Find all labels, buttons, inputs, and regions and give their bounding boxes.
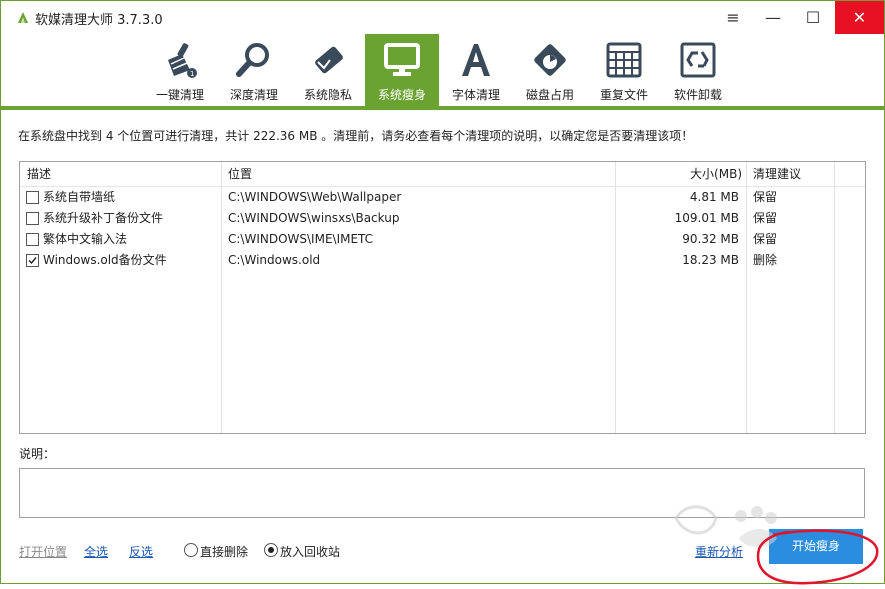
- scan-summary-text: 在系统盘中找到 4 个位置可进行清理，共计 222.36 MB 。清理前，请务必…: [18, 129, 694, 143]
- close-button[interactable]: ✕: [835, 1, 884, 34]
- monitor-icon: [384, 43, 420, 76]
- row-size: 18.23 MB: [682, 253, 739, 267]
- row-desc: 繁体中文输入法: [43, 232, 128, 246]
- direct-delete-label[interactable]: 直接删除: [200, 543, 248, 560]
- svg-text:1: 1: [190, 70, 194, 78]
- menu-button[interactable]: ≡: [713, 1, 753, 34]
- title-bar[interactable]: 软媒清理大师 3.7.3.0 ≡ — ☐ ✕: [1, 1, 884, 34]
- font-icon: [462, 44, 490, 76]
- row-advice: 保留: [753, 211, 778, 225]
- description-label: 说明：: [19, 447, 56, 461]
- cleanup-list[interactable]: 描述 位置 大小(MB) 清理建议 系统自带墙纸 C:\WINDOWS\Web\…: [19, 161, 866, 434]
- tab-font-clean[interactable]: 字体清理: [439, 34, 513, 106]
- tab-deep-clean[interactable]: 深度清理: [217, 34, 291, 106]
- row-desc: Windows.old备份文件: [43, 253, 167, 267]
- main-toolbar: 1 一键清理 深度清理 系统隐私 系统瘦身 字体清理 磁盘占用 重复文件 软件卸…: [1, 34, 884, 110]
- minimize-button[interactable]: —: [753, 1, 793, 34]
- row-location: C:\WINDOWS\IME\IMETC: [228, 232, 374, 246]
- row-checkbox[interactable]: [26, 254, 39, 267]
- table-row[interactable]: 系统升级补丁备份文件 C:\WINDOWS\winsxs\Backup 109.…: [20, 208, 865, 229]
- tab-label: 系统隐私: [303, 88, 352, 102]
- row-location: C:\WINDOWS\Web\Wallpaper: [228, 190, 402, 204]
- row-advice: 保留: [753, 190, 778, 204]
- open-location-link[interactable]: 打开位置: [19, 543, 67, 560]
- tab-privacy[interactable]: 系统隐私: [291, 34, 365, 106]
- row-checkbox[interactable]: [26, 212, 39, 225]
- tab-label: 磁盘占用: [525, 88, 574, 102]
- annotation-circle: [756, 529, 879, 585]
- row-advice: 删除: [753, 253, 778, 267]
- recycle-icon: [680, 42, 716, 78]
- invert-selection-link[interactable]: 反选: [129, 543, 153, 560]
- tab-duplicate-files[interactable]: 重复文件: [587, 34, 661, 106]
- row-checkbox[interactable]: [26, 191, 39, 204]
- eraser-icon: [315, 46, 343, 74]
- menu-icon: ≡: [726, 8, 740, 27]
- row-checkbox[interactable]: [26, 233, 39, 246]
- recycle-bin-radio[interactable]: [264, 543, 278, 557]
- table-row[interactable]: 系统自带墙纸 C:\WINDOWS\Web\Wallpaper 4.81 MB …: [20, 187, 865, 208]
- broom-icon: 1: [168, 43, 197, 78]
- grid-icon: [606, 42, 642, 78]
- app-logo-icon: [18, 12, 28, 23]
- column-header-location[interactable]: 位置: [228, 162, 252, 186]
- table-row[interactable]: 繁体中文输入法 C:\WINDOWS\IME\IMETC 90.32 MB 保留: [20, 229, 865, 250]
- tab-label: 重复文件: [599, 88, 648, 102]
- tab-label: 软件卸载: [673, 88, 722, 102]
- row-desc: 系统自带墙纸: [43, 190, 116, 204]
- app-window: 软媒清理大师 3.7.3.0 ≡ — ☐ ✕ 1 一键清理 深度清理 系统隐私 …: [0, 0, 885, 585]
- row-location: C:\Windows.old: [228, 253, 321, 267]
- recycle-bin-label[interactable]: 放入回收站: [280, 543, 340, 560]
- row-advice: 保留: [753, 232, 778, 246]
- maximize-button[interactable]: ☐: [793, 1, 833, 34]
- magnifier-icon: [236, 43, 269, 77]
- row-location: C:\WINDOWS\winsxs\Backup: [228, 211, 400, 225]
- row-size: 90.32 MB: [682, 232, 739, 246]
- column-header-advice[interactable]: 清理建议: [753, 162, 801, 186]
- row-size: 109.01 MB: [674, 211, 739, 225]
- checkmark-icon: [28, 257, 37, 265]
- tab-label: 深度清理: [229, 88, 278, 102]
- row-desc: 系统升级补丁备份文件: [43, 211, 164, 225]
- tab-one-click-clean[interactable]: 1 一键清理: [143, 34, 217, 106]
- close-icon: ✕: [852, 8, 867, 27]
- minimize-icon: —: [765, 8, 781, 27]
- list-header: 描述 位置 大小(MB) 清理建议: [20, 162, 865, 187]
- column-header-desc[interactable]: 描述: [27, 162, 51, 186]
- tab-uninstall[interactable]: 软件卸载: [661, 34, 735, 106]
- radio-selected-dot: [268, 547, 274, 553]
- select-all-link[interactable]: 全选: [84, 543, 108, 560]
- table-row[interactable]: Windows.old备份文件 C:\Windows.old 18.23 MB …: [20, 250, 865, 271]
- tab-label: 系统瘦身: [377, 88, 426, 102]
- row-size: 4.81 MB: [689, 190, 739, 204]
- tab-disk-usage[interactable]: 磁盘占用: [513, 34, 587, 106]
- tab-label: 字体清理: [451, 88, 500, 102]
- column-header-size[interactable]: 大小(MB): [616, 162, 742, 186]
- tab-label: 一键清理: [155, 88, 204, 102]
- tab-system-slim[interactable]: 系统瘦身: [365, 34, 439, 106]
- disk-icon: [534, 44, 566, 76]
- window-title: 软媒清理大师 3.7.3.0: [35, 13, 163, 28]
- direct-delete-radio[interactable]: [184, 543, 198, 557]
- maximize-icon: ☐: [805, 8, 821, 27]
